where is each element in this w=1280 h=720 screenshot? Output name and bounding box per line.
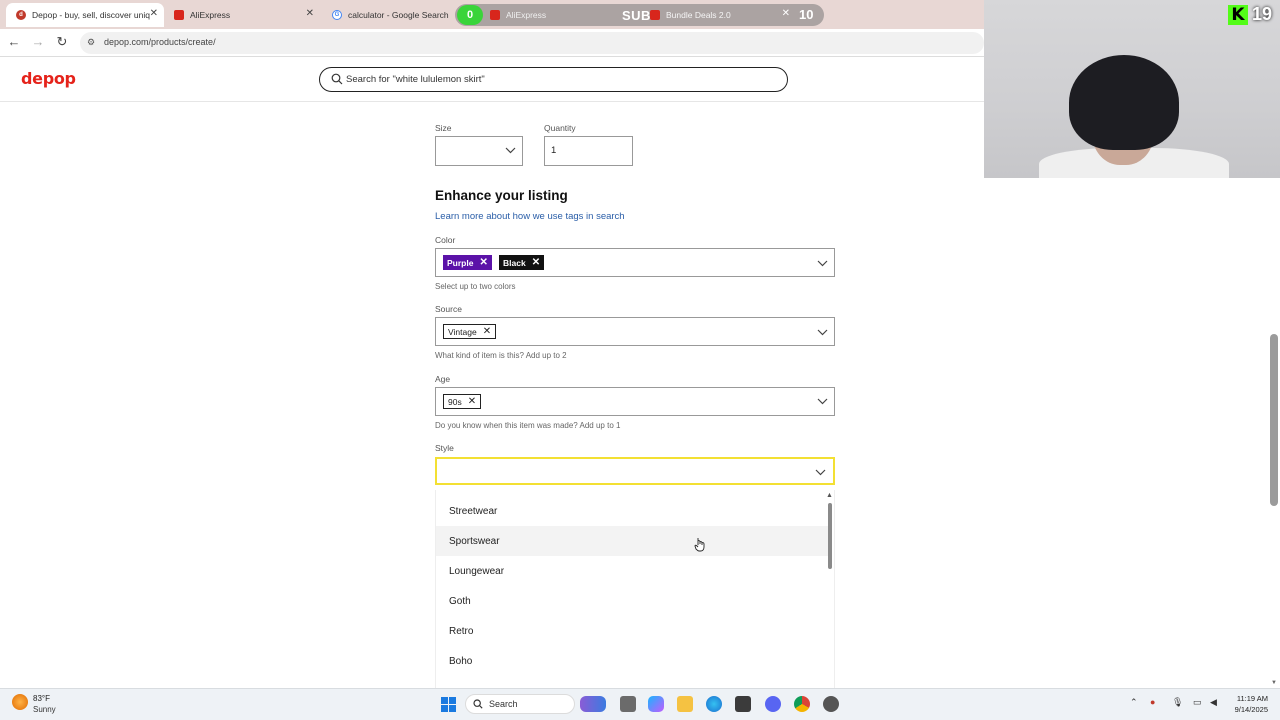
tab-title: AliExpress: [506, 10, 547, 20]
style-dropdown-menu: Streetwear Sportswear Loungewear Goth Re…: [435, 490, 835, 690]
tab-depop[interactable]: d Depop - buy, sell, discover uniq ✕: [6, 3, 164, 27]
aliexpress-favicon-icon: [490, 10, 500, 20]
color-chip-purple[interactable]: Purple ✕: [443, 255, 492, 270]
weather-sun-icon[interactable]: [12, 694, 28, 710]
tab-bundle-deals[interactable]: Bundle Deals 2.0 ✕: [640, 3, 796, 27]
style-select[interactable]: [435, 457, 835, 485]
site-info-icon[interactable]: ⚙: [87, 37, 95, 48]
size-label: Size: [435, 123, 452, 133]
discord-icon[interactable]: [765, 696, 781, 712]
search-placeholder: Search for "white lululemon skirt": [346, 74, 485, 85]
tab-aliexpress-2[interactable]: AliExpress: [480, 3, 610, 27]
enhance-heading: Enhance your listing: [435, 188, 568, 203]
age-select[interactable]: [435, 387, 835, 416]
page-scrollbar[interactable]: [1270, 334, 1278, 506]
copilot-banner-icon[interactable]: [580, 696, 606, 712]
chevron-down-icon: [817, 260, 828, 267]
close-tab-icon[interactable]: ✕: [150, 8, 158, 19]
tab-google-search[interactable]: G calculator - Google Search: [322, 3, 456, 27]
file-explorer-icon[interactable]: [677, 696, 693, 712]
style-option-sportswear[interactable]: Sportswear: [436, 526, 828, 556]
tab-title: AliExpress: [190, 10, 231, 20]
chevron-down-icon: [817, 398, 828, 405]
color-chip-black[interactable]: Black ✕: [499, 255, 545, 270]
color-label: Color: [435, 235, 456, 245]
source-helper: What kind of item is this? Add up to 2: [435, 351, 567, 360]
url-text[interactable]: depop.com/products/create/: [104, 37, 216, 47]
chevron-down-icon: [505, 147, 516, 154]
taskbar-search-icon: [473, 699, 483, 709]
style-option-loungewear[interactable]: Loungewear: [436, 556, 828, 586]
reload-icon[interactable]: ↻: [54, 34, 70, 50]
chip-label: Purple: [447, 257, 474, 268]
settings-gear-icon[interactable]: [823, 696, 839, 712]
windows-taskbar: [0, 688, 1280, 720]
tray-chevron-up-icon[interactable]: ⌃: [1130, 697, 1138, 708]
tab-title: Bundle Deals 2.0: [666, 10, 731, 20]
taskbar-time[interactable]: 11:19 AM: [1228, 694, 1268, 703]
tab-aliexpress[interactable]: AliExpress ✕: [164, 3, 320, 27]
remove-chip-icon[interactable]: ✕: [468, 396, 476, 407]
forward-arrow-icon[interactable]: →: [30, 34, 46, 49]
copilot-icon[interactable]: [648, 696, 664, 712]
remove-chip-icon[interactable]: ✕: [479, 257, 487, 268]
google-favicon-icon: G: [332, 10, 342, 20]
style-option-boho[interactable]: Boho: [436, 646, 828, 676]
overlay-count: 10: [799, 7, 814, 22]
weather-temp[interactable]: 83°F: [33, 694, 50, 703]
dropdown-scrollbar[interactable]: [828, 503, 832, 569]
chip-label: 90s: [448, 396, 462, 407]
scroll-down-icon[interactable]: ▼: [1271, 680, 1277, 686]
kick-viewer-badge: K 19: [1228, 4, 1272, 25]
quantity-input[interactable]: 1: [544, 136, 633, 166]
chrome-icon[interactable]: [794, 696, 810, 712]
kick-viewer-count: 19: [1252, 4, 1273, 24]
aliexpress-favicon-icon: [650, 10, 660, 20]
edge-icon[interactable]: [706, 696, 722, 712]
weather-desc[interactable]: Sunny: [33, 705, 56, 714]
chip-label: Black: [503, 257, 526, 268]
webcam-overlay: [984, 0, 1280, 178]
style-label: Style: [435, 443, 454, 453]
search-icon: [331, 73, 343, 85]
tab-title: calculator - Google Search: [348, 10, 449, 20]
kick-logo-icon: K: [1228, 4, 1248, 25]
source-label: Source: [435, 304, 462, 314]
color-helper: Select up to two colors: [435, 282, 516, 291]
chevron-down-icon: [817, 329, 828, 336]
tab-title: Depop - buy, sell, discover uniq: [32, 10, 150, 20]
age-label: Age: [435, 374, 451, 384]
chevron-down-icon: [815, 469, 826, 476]
style-option-streetwear[interactable]: Streetwear: [436, 496, 828, 526]
hand-cursor-icon: [694, 538, 705, 552]
taskbar-search-label: Search: [489, 699, 518, 709]
close-tab-icon[interactable]: ✕: [782, 8, 790, 19]
remove-chip-icon[interactable]: ✕: [483, 326, 491, 337]
store-icon[interactable]: [735, 696, 751, 712]
dropdown-scroll-up-icon[interactable]: ▲: [826, 492, 833, 499]
microphone-icon[interactable]: 🎙: [1172, 697, 1183, 708]
windows-start-icon[interactable]: [441, 697, 456, 712]
volume-icon[interactable]: ◀: [1210, 697, 1217, 708]
back-arrow-icon[interactable]: ←: [6, 34, 22, 49]
depop-logo[interactable]: depop: [21, 69, 76, 88]
webcam-person-hair: [1069, 55, 1179, 150]
age-chip-90s[interactable]: 90s ✕: [443, 394, 482, 409]
remove-chip-icon[interactable]: ✕: [532, 257, 540, 268]
taskbar-date[interactable]: 9/14/2025: [1222, 705, 1268, 714]
close-tab-icon[interactable]: ✕: [306, 8, 314, 19]
quantity-label: Quantity: [544, 123, 576, 133]
chip-label: Vintage: [448, 326, 477, 337]
tray-app-icon[interactable]: ●: [1150, 697, 1155, 707]
age-helper: Do you know when this item was made? Add…: [435, 421, 621, 430]
source-chip-vintage[interactable]: Vintage ✕: [443, 324, 497, 339]
task-view-icon[interactable]: [620, 696, 636, 712]
color-select[interactable]: [435, 248, 835, 277]
aliexpress-favicon-icon: [174, 10, 184, 20]
style-option-goth[interactable]: Goth: [436, 586, 828, 616]
style-option-retro[interactable]: Retro: [436, 616, 828, 646]
network-icon[interactable]: ▭: [1193, 697, 1202, 708]
depop-favicon-icon: d: [16, 10, 26, 20]
tags-learn-more-link[interactable]: Learn more about how we use tags in sear…: [435, 211, 625, 222]
